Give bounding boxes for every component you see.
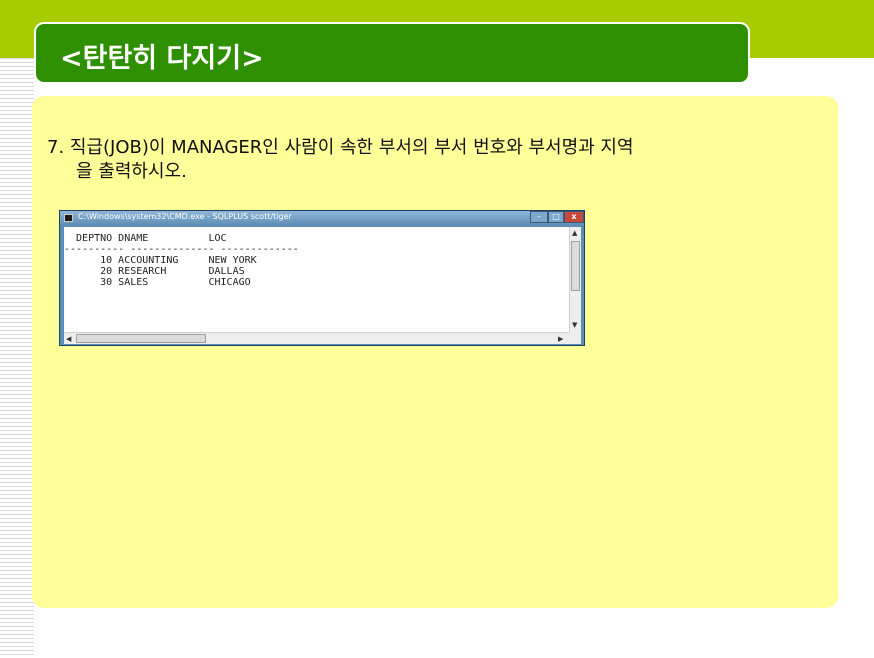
scroll-down-arrow-icon[interactable]: ▼ [572, 321, 577, 329]
left-stripes [0, 58, 34, 658]
scroll-up-arrow-icon[interactable]: ▲ [572, 229, 577, 237]
title-box: <탄탄히 다지기> [34, 22, 750, 84]
question-text: 7. 직급(JOB)이 MANAGER인 사람이 속한 부서의 부서 번호와 부… [47, 136, 817, 184]
cmd-titlebar[interactable]: C:\Windows\system32\CMD.exe - SQLPLUS sc… [60, 211, 584, 226]
slide-title: <탄탄히 다지기> [60, 43, 264, 74]
console-area[interactable]: DEPTNO DNAME LOC ---------- ------------… [64, 227, 569, 332]
cmd-window[interactable]: C:\Windows\system32\CMD.exe - SQLPLUS sc… [59, 210, 585, 346]
vertical-scrollbar[interactable]: ▲ ▼ [569, 227, 581, 332]
minimize-button[interactable]: – [530, 211, 548, 223]
horizontal-scroll-thumb[interactable] [76, 334, 206, 343]
cmd-window-title: C:\Windows\system32\CMD.exe - SQLPLUS sc… [78, 212, 292, 221]
resize-grip[interactable] [569, 332, 581, 344]
question-line-2: 을 출력하시오. [76, 161, 187, 182]
vertical-scroll-thumb[interactable] [571, 241, 580, 291]
horizontal-scrollbar[interactable]: ◀ ▶ [64, 332, 569, 344]
maximize-button[interactable]: □ [548, 211, 564, 223]
scroll-left-arrow-icon[interactable]: ◀ [66, 335, 71, 343]
close-button[interactable]: x [564, 211, 584, 223]
sql-output: DEPTNO DNAME LOC ---------- ------------… [64, 233, 299, 288]
question-line-1: 7. 직급(JOB)이 MANAGER인 사람이 속한 부서의 부서 번호와 부… [47, 137, 634, 158]
scroll-right-arrow-icon[interactable]: ▶ [558, 335, 563, 343]
cmd-icon [64, 214, 73, 222]
